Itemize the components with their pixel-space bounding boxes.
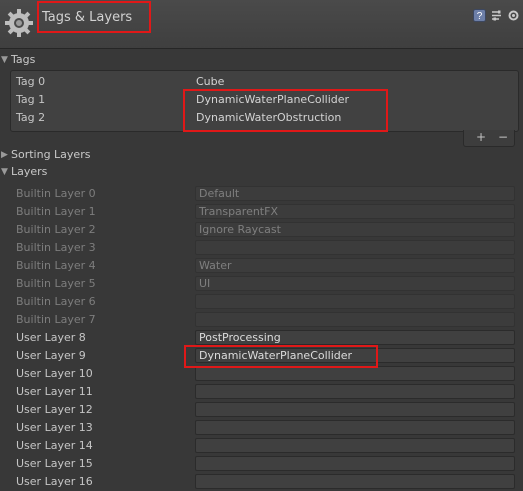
layer-row: User Layer 16 xyxy=(0,473,523,491)
layer-field[interactable] xyxy=(195,366,515,381)
help-icon[interactable]: ? xyxy=(473,9,486,22)
layer-field[interactable] xyxy=(195,420,515,435)
layer-row: Builtin Layer 7 xyxy=(0,311,523,329)
layer-name: User Layer 9 xyxy=(16,349,86,362)
layer-name: Builtin Layer 1 xyxy=(16,205,96,218)
layer-row: Builtin Layer 6 xyxy=(0,293,523,311)
add-tag-button[interactable]: + xyxy=(476,130,486,144)
tag-name: Tag 2 xyxy=(16,111,46,124)
layer-field xyxy=(195,294,515,309)
layer-field: Ignore Raycast xyxy=(195,222,515,237)
layer-field[interactable]: PostProcessing xyxy=(195,330,515,345)
layer-name: User Layer 8 xyxy=(16,331,86,344)
expanded-arrow-icon: ▼ xyxy=(1,167,8,177)
layer-name: Builtin Layer 0 xyxy=(16,187,96,200)
sorting-layers-title: Sorting Layers xyxy=(11,148,91,161)
layer-name: User Layer 10 xyxy=(16,367,93,380)
layer-name: Builtin Layer 5 xyxy=(16,277,96,290)
layers-section-header[interactable]: ▼ Layers xyxy=(0,164,523,180)
tags-section-title: Tags xyxy=(11,53,36,66)
layer-name: User Layer 16 xyxy=(16,475,93,488)
layer-field: UI xyxy=(195,276,515,291)
layer-name: User Layer 13 xyxy=(16,421,93,434)
tag-name: Tag 1 xyxy=(16,93,46,106)
layer-name: User Layer 14 xyxy=(16,439,93,452)
layer-row: User Layer 14 xyxy=(0,437,523,455)
expanded-arrow-icon: ▼ xyxy=(1,55,8,65)
layer-row: Builtin Layer 1 TransparentFX xyxy=(0,203,523,221)
layer-name: Builtin Layer 6 xyxy=(16,295,96,308)
highlight-title xyxy=(37,1,151,33)
layer-name: User Layer 15 xyxy=(16,457,93,470)
svg-text:?: ? xyxy=(477,11,483,22)
layer-row: User Layer 13 xyxy=(0,419,523,437)
layer-field[interactable] xyxy=(195,474,515,489)
layer-field: Default xyxy=(195,186,515,201)
layer-row: Builtin Layer 4 Water xyxy=(0,257,523,275)
layer-field[interactable] xyxy=(195,402,515,417)
layer-row: Builtin Layer 0 Default xyxy=(0,185,523,203)
layer-name: Builtin Layer 2 xyxy=(16,223,96,236)
layer-name: Builtin Layer 3 xyxy=(16,241,96,254)
layer-row: User Layer 15 xyxy=(0,455,523,473)
layer-field xyxy=(195,312,515,327)
layer-field xyxy=(195,240,515,255)
collapsed-arrow-icon: ▶ xyxy=(1,150,8,160)
settings-icon[interactable] xyxy=(507,9,520,22)
layer-field[interactable] xyxy=(195,456,515,471)
sorting-layers-section-header[interactable]: ▶ Sorting Layers xyxy=(0,147,523,163)
layer-field[interactable] xyxy=(195,384,515,399)
layer-name: Builtin Layer 7 xyxy=(16,313,96,326)
layer-name: User Layer 12 xyxy=(16,403,93,416)
layer-field: Water xyxy=(195,258,515,273)
layer-field[interactable] xyxy=(195,438,515,453)
inspector-header: Tags & Layers ? xyxy=(0,0,523,49)
layer-field: TransparentFX xyxy=(195,204,515,219)
highlight-tags xyxy=(183,89,388,132)
layer-row: Builtin Layer 2 Ignore Raycast xyxy=(0,221,523,239)
remove-tag-button[interactable]: − xyxy=(498,130,508,144)
tags-section-header[interactable]: ▼ Tags xyxy=(0,52,523,68)
layer-name: User Layer 11 xyxy=(16,385,93,398)
layer-row: User Layer 12 xyxy=(0,401,523,419)
layer-row: Builtin Layer 3 xyxy=(0,239,523,257)
tag-name: Tag 0 xyxy=(16,75,46,88)
preset-icon[interactable] xyxy=(490,9,503,22)
layer-row: User Layer 11 xyxy=(0,383,523,401)
layer-row: Builtin Layer 5 UI xyxy=(0,275,523,293)
layer-name: Builtin Layer 4 xyxy=(16,259,96,272)
layers-title: Layers xyxy=(11,165,48,178)
tag-list-controls: + − xyxy=(463,130,515,147)
highlight-user-layer-9 xyxy=(184,345,378,368)
gear-icon xyxy=(5,9,33,37)
